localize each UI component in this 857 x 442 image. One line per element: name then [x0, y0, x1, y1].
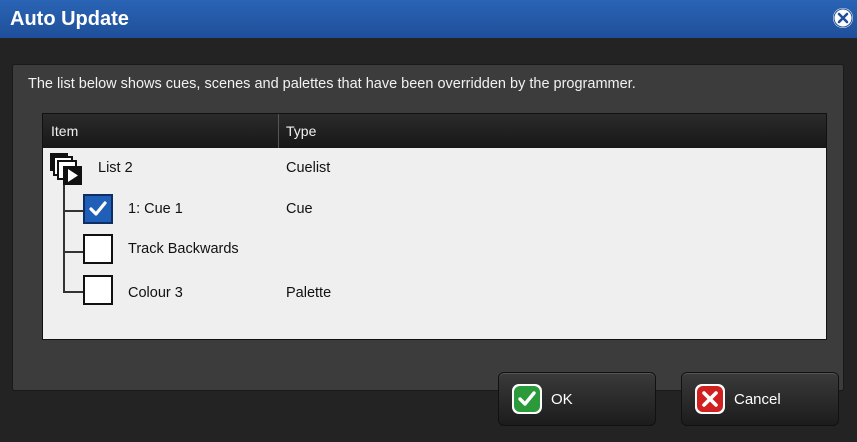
tree-line — [63, 210, 83, 212]
window-title: Auto Update — [10, 8, 129, 30]
checkbox-track-backwards[interactable] — [83, 234, 113, 264]
override-list[interactable]: Item Type List 2 Cuelist 1: Cue 1 Cue Tr… — [42, 113, 827, 340]
column-header-type[interactable]: Type — [286, 123, 316, 139]
tree-line — [63, 174, 65, 292]
ok-check-icon — [512, 384, 542, 414]
column-header-item[interactable]: Item — [51, 123, 78, 139]
cancel-button-label: Cancel — [734, 391, 781, 408]
cancel-x-icon — [695, 384, 725, 414]
description-text: The list below shows cues, scenes and pa… — [28, 76, 636, 92]
cancel-button[interactable]: Cancel — [681, 372, 839, 426]
row-item-label: List 2 — [98, 160, 133, 176]
column-divider[interactable] — [278, 114, 279, 148]
tree-line — [63, 251, 83, 253]
cuelist-icon — [50, 153, 82, 185]
title-bar: Auto Update — [0, 0, 857, 39]
tree-line — [63, 291, 83, 293]
row-type-label: Cuelist — [286, 160, 331, 176]
row-item-label: Colour 3 — [128, 285, 183, 301]
row-type-label: Palette — [286, 285, 332, 301]
close-icon — [833, 8, 853, 28]
list-header: Item Type — [43, 114, 826, 148]
checkbox-cue-1[interactable] — [83, 194, 113, 224]
close-button[interactable] — [833, 8, 853, 28]
row-item-label: 1: Cue 1 — [128, 201, 183, 217]
ok-button-label: OK — [551, 391, 573, 408]
checkbox-colour-3[interactable] — [83, 275, 113, 305]
ok-button[interactable]: OK — [498, 372, 656, 426]
row-item-label: Track Backwards — [128, 241, 239, 257]
checkmark-icon — [89, 201, 107, 216]
row-type-label: Cue — [286, 201, 313, 217]
